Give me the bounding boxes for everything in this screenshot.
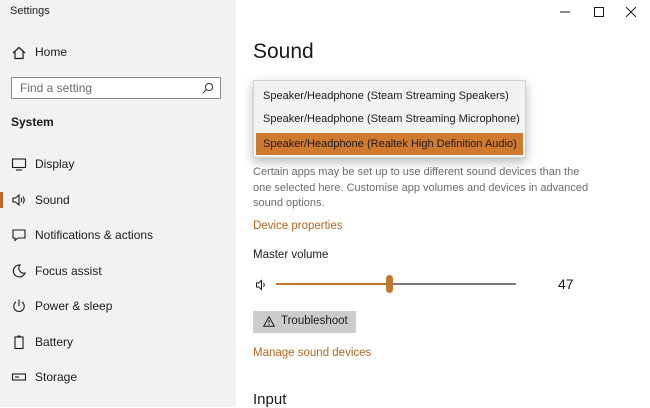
output-device-dropdown[interactable]: Speaker/Headphone (Steam Streaming Speak… — [253, 80, 526, 158]
sidebar-item-display[interactable]: Display — [0, 150, 236, 178]
manage-sound-devices-link[interactable]: Manage sound devices — [253, 347, 371, 359]
sidebar-item-label: Power & sleep — [35, 299, 113, 313]
home-icon — [11, 45, 27, 61]
storage-icon — [11, 369, 27, 385]
troubleshoot-label: Troubleshoot — [281, 315, 348, 327]
master-volume-slider[interactable] — [276, 275, 516, 295]
sidebar-item-label: Notifications & actions — [35, 228, 154, 242]
home-label: Home — [35, 45, 68, 59]
main-content: Sound Speaker/Headphone (Steam Streaming… — [236, 0, 650, 408]
speaker-icon — [11, 192, 27, 208]
power-icon — [11, 298, 27, 314]
sidebar-item-label: Battery — [35, 335, 74, 349]
sidebar-item-power-sleep[interactable]: Power & sleep — [0, 292, 236, 320]
output-description: Certain apps may be set up to use differ… — [253, 166, 589, 209]
sidebar-item-focus-assist[interactable]: Focus assist — [0, 257, 236, 285]
sidebar-item-notifications[interactable]: Notifications & actions — [0, 221, 236, 249]
master-volume-label: Master volume — [253, 249, 329, 261]
page-title: Sound — [253, 40, 314, 63]
volume-track-filled — [276, 283, 389, 285]
volume-slider-thumb[interactable] — [386, 275, 393, 293]
search-icon[interactable] — [201, 81, 215, 95]
troubleshoot-button[interactable]: Troubleshoot — [253, 311, 356, 333]
sidebar-item-label: Focus assist — [35, 264, 102, 278]
search-input[interactable] — [20, 80, 190, 96]
volume-value: 47 — [558, 276, 574, 292]
input-heading: Input — [253, 391, 287, 408]
sidebar-item-storage[interactable]: Storage — [0, 363, 236, 391]
sidebar-item-battery[interactable]: Battery — [0, 328, 236, 356]
volume-track-empty — [389, 283, 516, 285]
warning-icon — [262, 315, 276, 327]
display-icon — [11, 156, 27, 172]
settings-window: Settings Home System Display Sound — [0, 0, 650, 408]
home-nav[interactable]: Home — [0, 40, 236, 66]
notification-icon — [11, 227, 27, 243]
sidebar-item-sound[interactable]: Sound — [0, 186, 236, 214]
window-title: Settings — [10, 5, 50, 17]
sidebar: Settings Home System Display Sound — [0, 0, 236, 407]
dropdown-option-realtek[interactable]: Speaker/Headphone (Realtek High Definiti… — [256, 133, 523, 155]
moon-icon — [11, 263, 27, 279]
sidebar-item-label: Display — [35, 157, 75, 171]
volume-icon[interactable] — [255, 278, 269, 292]
sidebar-item-label: Storage — [35, 370, 78, 384]
battery-icon — [11, 334, 27, 350]
device-properties-link[interactable]: Device properties — [253, 220, 342, 232]
sidebar-item-label: Sound — [35, 193, 70, 207]
search-box[interactable] — [11, 77, 221, 99]
section-title: System — [11, 115, 54, 129]
dropdown-option-steam-microphone[interactable]: Speaker/Headphone (Steam Streaming Micro… — [256, 108, 523, 130]
dropdown-option-steam-speakers[interactable]: Speaker/Headphone (Steam Streaming Speak… — [256, 85, 523, 107]
